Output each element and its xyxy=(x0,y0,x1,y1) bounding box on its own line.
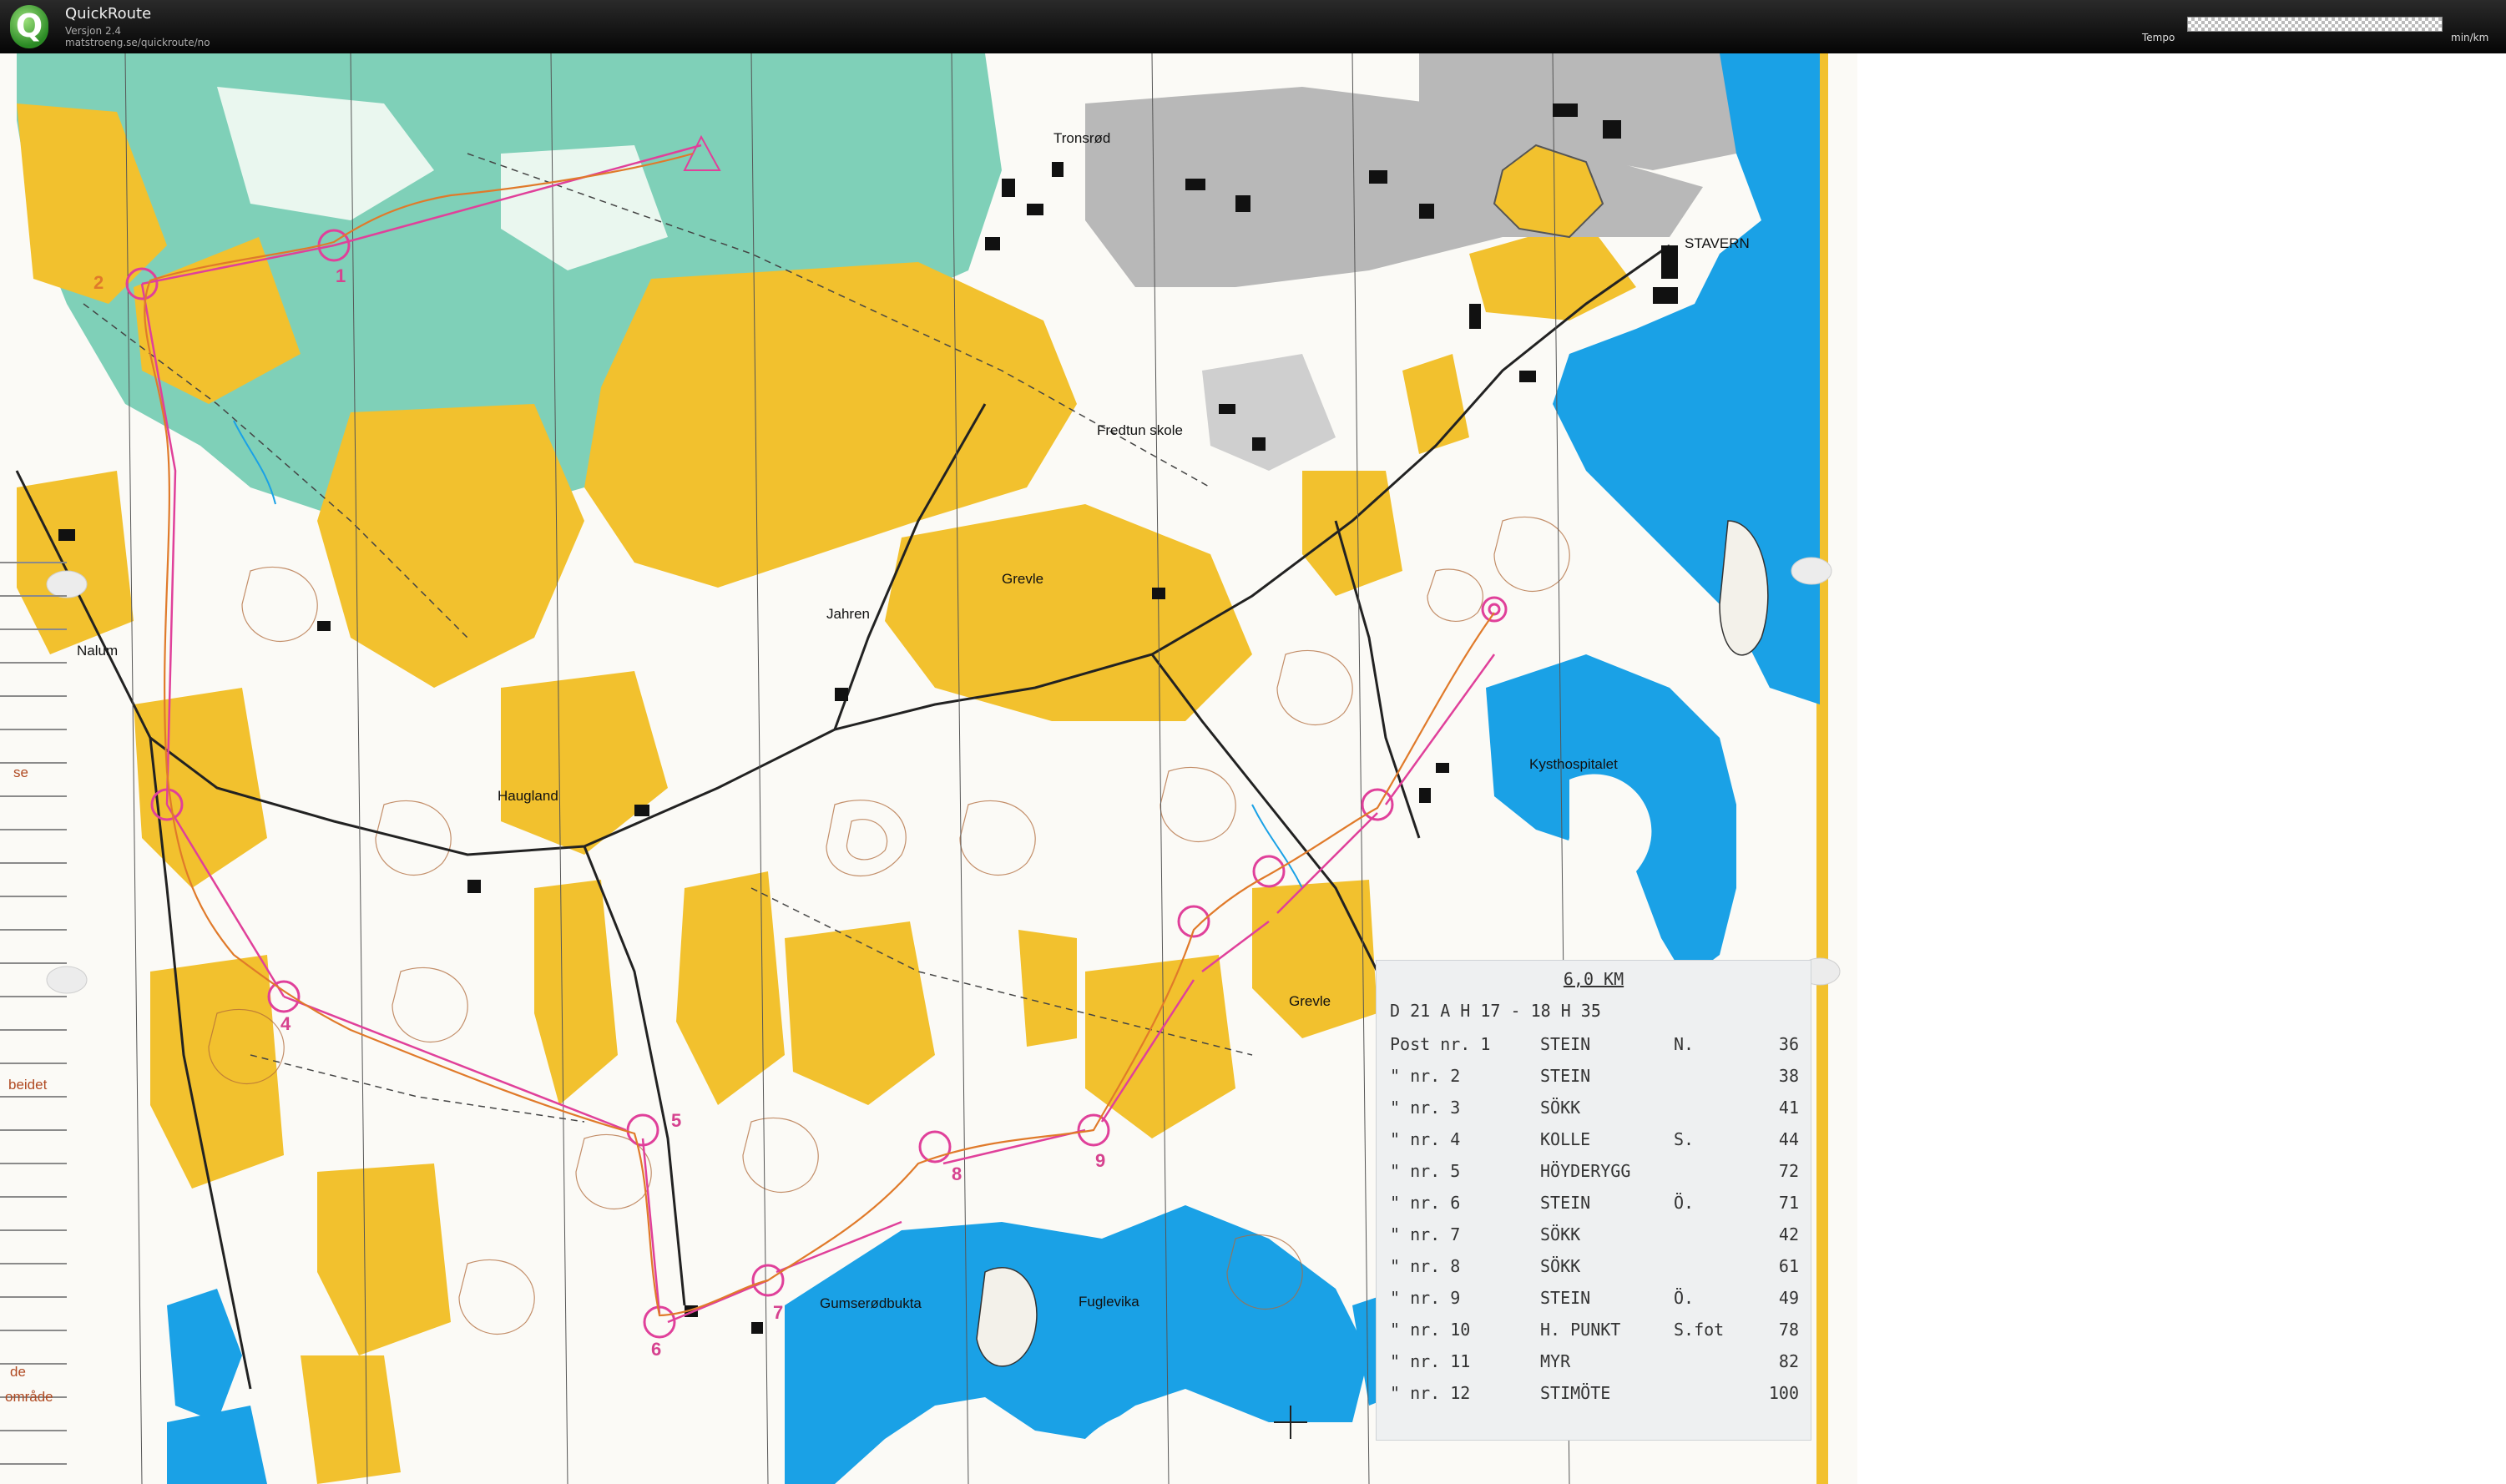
control-row: " nr. 11 MYR 82 xyxy=(1390,1351,1799,1376)
place-fuglevika: Fuglevika xyxy=(1079,1294,1139,1310)
control-prefix: " nr. 5 xyxy=(1390,1161,1461,1181)
control-row: " nr. 10 H. PUNKT S.fot 78 xyxy=(1390,1320,1799,1345)
place-grevle-south: Grevle xyxy=(1289,993,1331,1009)
control-description: H. PUNKT xyxy=(1540,1320,1621,1340)
control-row: " nr. 5 HÖYDERYGG 72 xyxy=(1390,1161,1799,1186)
place-nalum: Nalum xyxy=(77,643,119,659)
place-grevle: Grevle xyxy=(1002,571,1044,587)
control-code: 36 xyxy=(1778,1034,1799,1054)
control-prefix: " nr. 11 xyxy=(1390,1351,1471,1371)
control-number-2: 2 xyxy=(93,272,104,293)
control-number-4: 4 xyxy=(280,1013,291,1034)
course-classes: D 21 A H 17 - 18 H 35 xyxy=(1390,1001,1601,1021)
control-description: STEIN xyxy=(1540,1066,1591,1086)
control-row: " nr. 4 KOLLE S. 44 xyxy=(1390,1129,1799,1154)
control-description: SÖKK xyxy=(1540,1256,1581,1276)
app-version: Versjon 2.4 xyxy=(65,25,122,37)
place-kysthospitalet: Kysthospitalet xyxy=(1529,756,1618,772)
tempo-color-bar[interactable] xyxy=(2187,17,2443,32)
control-prefix: Post nr. 1 xyxy=(1390,1034,1491,1054)
control-description: STEIN xyxy=(1540,1288,1591,1308)
edge-label-omrade: område xyxy=(5,1389,53,1405)
control-prefix: " nr. 3 xyxy=(1390,1098,1461,1118)
app-title: QuickRoute xyxy=(65,5,152,23)
control-description: KOLLE xyxy=(1540,1129,1591,1149)
control-code: 38 xyxy=(1778,1066,1799,1086)
course-description-card: 6,0 KM D 21 A H 17 - 18 H 35 Post nr. 1 … xyxy=(1376,960,1811,1441)
place-gumserodbukta: Gumserødbukta xyxy=(820,1295,922,1311)
control-side: N. xyxy=(1674,1034,1695,1054)
control-number-7: 7 xyxy=(773,1302,784,1323)
control-row: " nr. 2 STEIN 38 xyxy=(1390,1066,1799,1091)
control-row: " nr. 3 SÖKK 41 xyxy=(1390,1098,1799,1123)
tempo-unit: min/km xyxy=(2451,32,2489,43)
control-code: 44 xyxy=(1778,1129,1799,1149)
title-bar: Q QuickRoute Versjon 2.4 matstroeng.se/q… xyxy=(0,0,2506,53)
control-side: Ö. xyxy=(1674,1288,1695,1308)
control-code: 72 xyxy=(1778,1161,1799,1181)
control-code: 61 xyxy=(1778,1256,1799,1276)
control-prefix: " nr. 6 xyxy=(1390,1193,1461,1213)
control-code: 42 xyxy=(1778,1224,1799,1244)
control-code: 49 xyxy=(1778,1288,1799,1308)
control-code: 78 xyxy=(1778,1320,1799,1340)
control-row: " nr. 9 STEIN Ö. 49 xyxy=(1390,1288,1799,1313)
place-haugland: Haugland xyxy=(498,788,558,804)
control-number-1: 1 xyxy=(336,265,346,286)
control-code: 71 xyxy=(1778,1193,1799,1213)
control-prefix: " nr. 12 xyxy=(1390,1383,1471,1403)
control-code: 100 xyxy=(1768,1383,1799,1403)
control-description: STEIN xyxy=(1540,1034,1591,1054)
edge-label-se: se xyxy=(13,765,28,780)
control-description: STIMÖTE xyxy=(1540,1383,1611,1403)
control-prefix: " nr. 7 xyxy=(1390,1224,1461,1244)
control-side: Ö. xyxy=(1674,1193,1695,1213)
place-jahren: Jahren xyxy=(826,606,870,622)
app-url: matstroeng.se/quickroute/no xyxy=(65,37,210,48)
tempo-label: Tempo xyxy=(2142,32,2175,43)
control-number-8: 8 xyxy=(952,1163,962,1184)
control-row: " nr. 12 STIMÖTE 100 xyxy=(1390,1383,1799,1408)
place-stavern: STAVERN xyxy=(1685,235,1750,251)
map-canvas[interactable]: Tronsrød STAVERN Fredtun skole Nalum Jah… xyxy=(0,53,2506,1484)
control-number-9: 9 xyxy=(1095,1150,1106,1171)
control-prefix: " nr. 4 xyxy=(1390,1129,1461,1149)
course-distance: 6,0 KM xyxy=(1563,969,1624,989)
control-description: MYR xyxy=(1540,1351,1571,1371)
control-row: " nr. 6 STEIN Ö. 71 xyxy=(1390,1193,1799,1218)
control-prefix: " nr. 2 xyxy=(1390,1066,1461,1086)
place-fredtun-skole: Fredtun skole xyxy=(1097,422,1183,438)
control-side: S. xyxy=(1674,1129,1695,1149)
control-row: Post nr. 1 STEIN N. 36 xyxy=(1390,1034,1799,1059)
control-row: " nr. 8 SÖKK 61 xyxy=(1390,1256,1799,1281)
control-number-5: 5 xyxy=(671,1110,682,1131)
control-row: " nr. 7 SÖKK 42 xyxy=(1390,1224,1799,1249)
control-prefix: " nr. 8 xyxy=(1390,1256,1461,1276)
control-code: 82 xyxy=(1778,1351,1799,1371)
control-number-6: 6 xyxy=(651,1339,662,1360)
quickroute-logo-icon: Q xyxy=(10,5,48,48)
place-tronsrod: Tronsrød xyxy=(1053,130,1111,146)
control-description: SÖKK xyxy=(1540,1224,1581,1244)
edge-label-de: de xyxy=(10,1364,26,1380)
control-description: STEIN xyxy=(1540,1193,1591,1213)
control-description: HÖYDERYGG xyxy=(1540,1161,1631,1181)
control-prefix: " nr. 9 xyxy=(1390,1288,1461,1308)
control-prefix: " nr. 10 xyxy=(1390,1320,1471,1340)
control-description: SÖKK xyxy=(1540,1098,1581,1118)
control-code: 41 xyxy=(1778,1098,1799,1118)
edge-label-beidet: beidet xyxy=(8,1077,48,1093)
control-side: S.fot xyxy=(1674,1320,1725,1340)
